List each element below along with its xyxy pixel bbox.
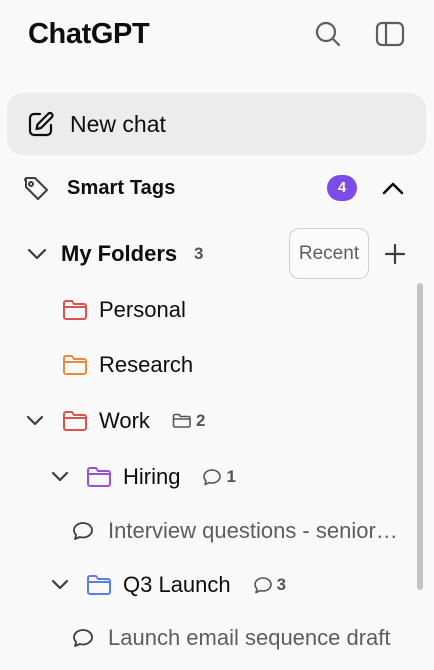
folder-label: Hiring — [123, 464, 181, 489]
folder-label: Research — [99, 352, 194, 377]
my-folders-label: My Folders — [61, 241, 178, 266]
search-button[interactable] — [308, 14, 348, 54]
folder-label: Q3 Launch — [123, 572, 231, 597]
folder-icon — [63, 300, 87, 320]
chat-item[interactable]: Interview questions - senior engineer — [72, 511, 398, 551]
edit-icon — [28, 111, 54, 137]
subfolder-item-hiring[interactable]: Hiring 1 — [50, 457, 236, 497]
folder-label: Work — [99, 408, 150, 433]
folder-icon — [63, 355, 87, 375]
chat-count: 1 — [202, 467, 236, 487]
subfolder-item-q3-launch[interactable]: Q3 Launch 3 — [50, 565, 286, 605]
chevron-up-icon[interactable] — [380, 176, 406, 200]
my-folders-header[interactable]: My Folders 3 Recent — [0, 228, 434, 280]
folder-icon — [87, 467, 111, 487]
folder-item-personal[interactable]: Personal — [62, 290, 186, 330]
chat-title: Launch email sequence draft — [108, 625, 391, 650]
folder-icon — [87, 575, 111, 595]
sidebar-toggle-button[interactable] — [370, 14, 410, 54]
sidebar-toggle-icon — [375, 21, 405, 47]
scrollbar-thumb[interactable] — [417, 283, 423, 590]
folder-item-research[interactable]: Research — [62, 345, 193, 385]
folder-label: Personal — [99, 297, 186, 322]
chevron-down-icon[interactable] — [26, 244, 48, 264]
chat-bubble-icon — [203, 469, 222, 486]
recent-sort-button[interactable]: Recent — [289, 228, 369, 279]
chat-count: 3 — [253, 575, 286, 595]
tag-icon — [24, 177, 48, 200]
chat-bubble-icon — [73, 629, 93, 647]
chevron-down-icon[interactable] — [50, 467, 70, 487]
chevron-down-icon[interactable] — [25, 411, 45, 431]
folder-item-work[interactable]: Work 2 — [25, 401, 205, 441]
chat-bubble-icon — [253, 577, 272, 594]
chat-bubble-icon — [73, 522, 93, 540]
new-chat-button[interactable]: New chat — [7, 93, 426, 155]
smart-tags-label: Smart Tags — [67, 177, 176, 199]
new-chat-label: New chat — [70, 111, 166, 137]
chat-title: Interview questions - senior engineer — [108, 518, 398, 543]
chevron-down-icon[interactable] — [50, 575, 70, 595]
smart-tags-header[interactable]: Smart Tags 4 — [0, 168, 434, 208]
folder-icon — [63, 411, 87, 431]
folder-small-icon — [172, 413, 191, 428]
chat-item[interactable]: Launch email sequence draft — [72, 618, 398, 658]
my-folders-count: 3 — [194, 244, 204, 263]
app-title: ChatGPT — [28, 18, 150, 50]
smart-tags-count-badge: 4 — [327, 175, 357, 201]
subfolder-count: 2 — [172, 411, 205, 431]
scrollbar[interactable] — [415, 283, 425, 670]
search-icon — [315, 21, 341, 47]
add-folder-icon[interactable] — [383, 242, 407, 266]
